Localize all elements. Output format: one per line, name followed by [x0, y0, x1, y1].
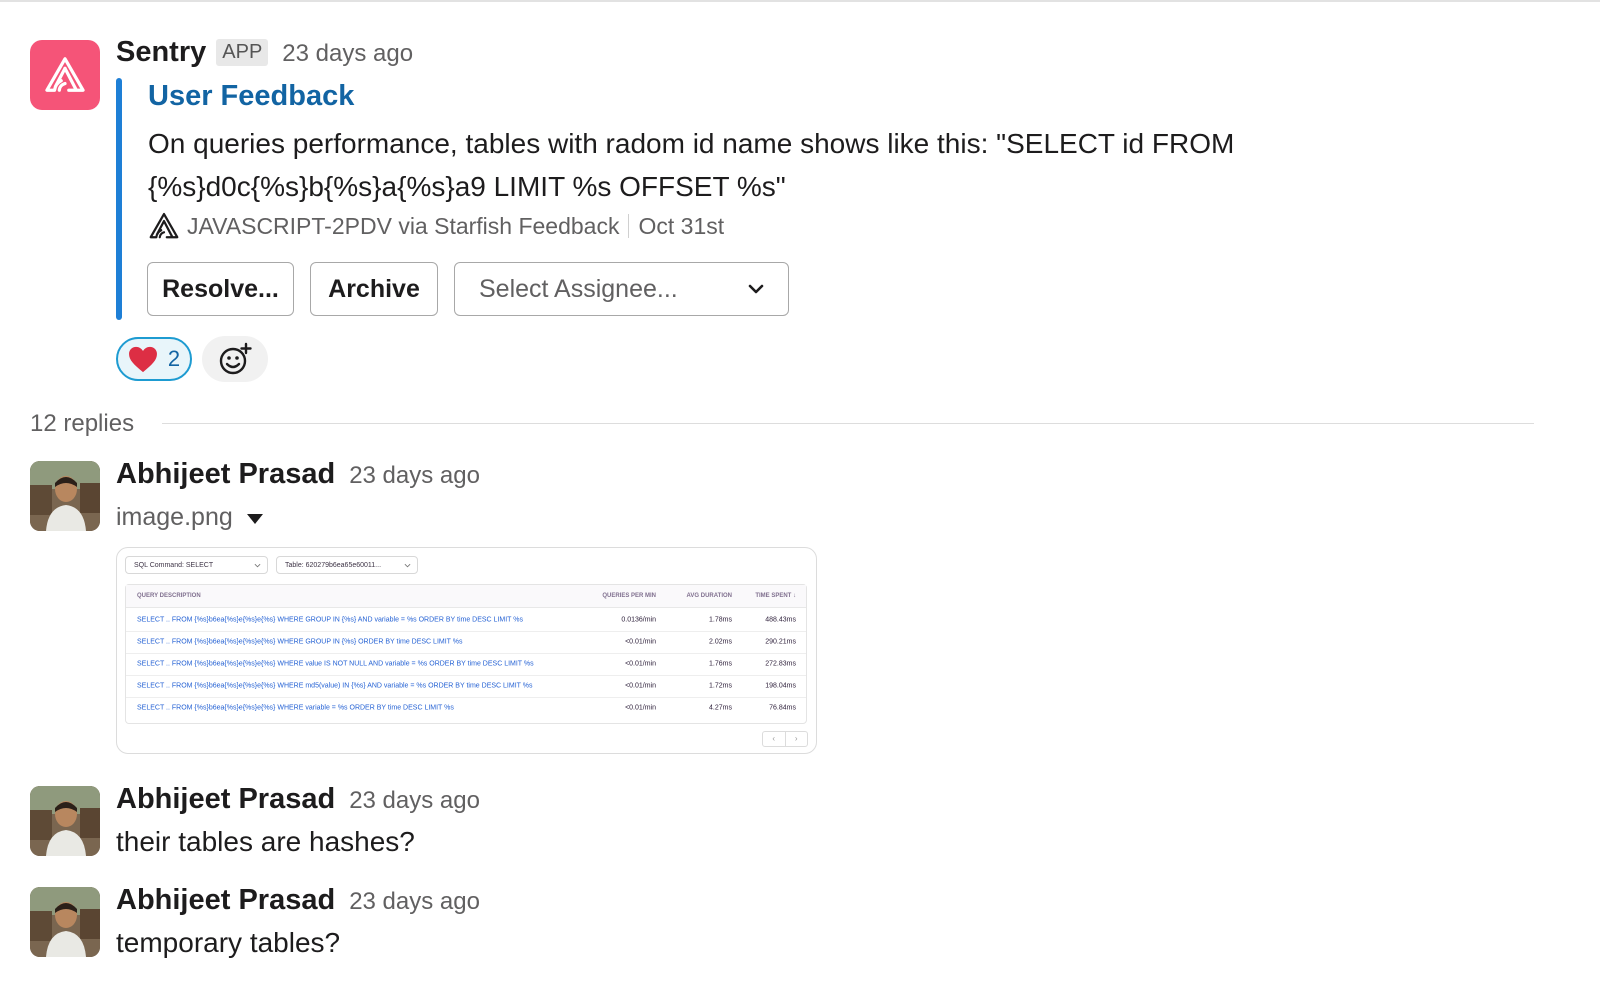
attachment-footer: JAVASCRIPT-2PDV via Starfish Feedback Oc… [148, 212, 724, 240]
message-text: temporary tables? [116, 927, 341, 958]
message-header: Abhijeet Prasad 23 days ago [116, 458, 480, 491]
author-name[interactable]: Abhijeet Prasad [116, 884, 335, 917]
replies-count: 12 replies [30, 410, 135, 437]
app-badge: APP [216, 39, 269, 66]
qpm-cell: 0.0136/min [621, 616, 656, 624]
author-name[interactable]: Abhijeet Prasad [116, 783, 335, 816]
author-name[interactable]: Abhijeet Prasad [116, 458, 335, 491]
file-name-row[interactable]: image.png [116, 503, 263, 532]
avatar[interactable] [30, 461, 100, 531]
avg-cell: 1.72ms [709, 682, 732, 690]
table-row: SELECT .. FROM {%s}b6ea{%s}e{%s}e{%s} WH… [126, 631, 806, 654]
qpm-cell: <0.01/min [625, 660, 656, 668]
table-pagination: ‹ › [762, 731, 808, 747]
table-row: SELECT .. FROM {%s}b6ea{%s}e{%s}e{%s} WH… [126, 653, 806, 676]
message-header: Abhijeet Prasad 23 days ago [116, 783, 480, 816]
attachment-text-line: On queries performance, tables with rado… [148, 128, 1235, 159]
spent-cell: 290.21ms [765, 638, 796, 646]
table-row: SELECT .. FROM {%s}b6ea{%s}e{%s}e{%s} WH… [126, 609, 806, 632]
table-filter-label: Table: 620279b6ea65e60011... [285, 561, 382, 569]
column-header: QUERY DESCRIPTION [137, 593, 201, 599]
message-header: Abhijeet Prasad 23 days ago [116, 884, 480, 917]
sentry-small-icon [149, 212, 179, 239]
sql-command-label: SQL Command: SELECT [134, 561, 214, 569]
timestamp[interactable]: 23 days ago [349, 462, 480, 490]
add-emoji-icon [219, 342, 252, 375]
spent-cell: 76.84ms [769, 704, 796, 712]
chevron-down-icon [748, 284, 764, 294]
avatar[interactable] [30, 786, 100, 856]
table-header: QUERY DESCRIPTION QUERIES PER MIN AVG DU… [126, 585, 806, 608]
attachment-accent-bar [116, 78, 122, 320]
table-row: SELECT .. FROM {%s}b6ea{%s}e{%s}e{%s} WH… [126, 697, 806, 719]
column-header: QUERIES PER MIN [602, 593, 656, 599]
sql-command-dropdown: SQL Command: SELECT [125, 556, 268, 574]
user-avatar-photo [30, 461, 100, 531]
spent-cell: 488.43ms [765, 616, 796, 624]
avg-cell: 4.27ms [709, 704, 732, 712]
user-avatar-photo [30, 887, 100, 957]
author-name[interactable]: Sentry [116, 36, 206, 69]
timestamp[interactable]: 23 days ago [349, 888, 480, 916]
sentry-avatar[interactable] [30, 40, 100, 110]
avg-cell: 1.78ms [709, 616, 732, 624]
query-cell: SELECT .. FROM {%s}b6ea{%s}e{%s}e{%s} WH… [137, 682, 533, 690]
avatar[interactable] [30, 887, 100, 957]
top-divider [0, 0, 1600, 2]
chevron-down-icon [254, 563, 261, 567]
assignee-select[interactable]: Select Assignee... [454, 262, 789, 316]
query-cell: SELECT .. FROM {%s}b6ea{%s}e{%s}e{%s} WH… [137, 616, 523, 624]
avg-cell: 1.76ms [709, 660, 732, 668]
sentry-logo-icon [45, 57, 85, 92]
assignee-placeholder: Select Assignee... [479, 274, 678, 303]
chevron-right-icon: › [784, 732, 808, 746]
table-filter-dropdown: Table: 620279b6ea65e60011... [276, 556, 418, 574]
timestamp[interactable]: 23 days ago [349, 787, 480, 815]
avg-cell: 2.02ms [709, 638, 732, 646]
user-avatar-photo [30, 786, 100, 856]
add-reaction-button[interactable] [202, 336, 268, 382]
spent-cell: 198.04ms [765, 682, 796, 690]
resolve-button[interactable]: Resolve... [147, 262, 294, 316]
image-preview[interactable]: SQL Command: SELECT Table: 620279b6ea65e… [116, 547, 817, 754]
replies-divider [162, 423, 1534, 424]
footer-date: Oct 31st [638, 212, 725, 239]
footer-source: JAVASCRIPT-2PDV via Starfish Feedback [187, 212, 620, 239]
qpm-cell: <0.01/min [625, 638, 656, 646]
column-header: TIME SPENT ↓ [755, 593, 796, 599]
chevron-left-icon: ‹ [772, 734, 776, 743]
table-row: SELECT .. FROM {%s}b6ea{%s}e{%s}e{%s} WH… [126, 675, 806, 698]
file-name: image.png [116, 503, 233, 531]
archive-button[interactable]: Archive [310, 262, 438, 316]
qpm-cell: <0.01/min [625, 682, 656, 690]
query-cell: SELECT .. FROM {%s}b6ea{%s}e{%s}e{%s} WH… [137, 660, 534, 668]
qpm-cell: <0.01/min [625, 704, 656, 712]
chevron-down-icon [404, 563, 411, 567]
query-cell: SELECT .. FROM {%s}b6ea{%s}e{%s}e{%s} WH… [137, 638, 463, 646]
footer-separator [628, 214, 630, 238]
caret-down-icon[interactable] [246, 513, 263, 524]
timestamp[interactable]: 23 days ago [282, 40, 413, 68]
reaction-count: 2 [167, 346, 181, 371]
attachment-text-line: {%s}d0c{%s}b{%s}a{%s}a9 LIMIT %s OFFSET … [148, 171, 786, 202]
sentry-message-header: Sentry APP 23 days ago [116, 36, 413, 69]
attachment-text: On queries performance, tables with rado… [148, 122, 1328, 208]
heart-reaction[interactable]: 2 [116, 337, 192, 381]
query-cell: SELECT .. FROM {%s}b6ea{%s}e{%s}e{%s} WH… [137, 704, 454, 712]
spent-cell: 272.83ms [765, 660, 796, 668]
heart-icon [128, 346, 157, 372]
queries-table: QUERY DESCRIPTION QUERIES PER MIN AVG DU… [125, 584, 807, 724]
column-header: AVG DURATION [686, 593, 732, 599]
message-text: their tables are hashes? [116, 826, 415, 857]
attachment-title-link[interactable]: User Feedback [148, 80, 354, 113]
